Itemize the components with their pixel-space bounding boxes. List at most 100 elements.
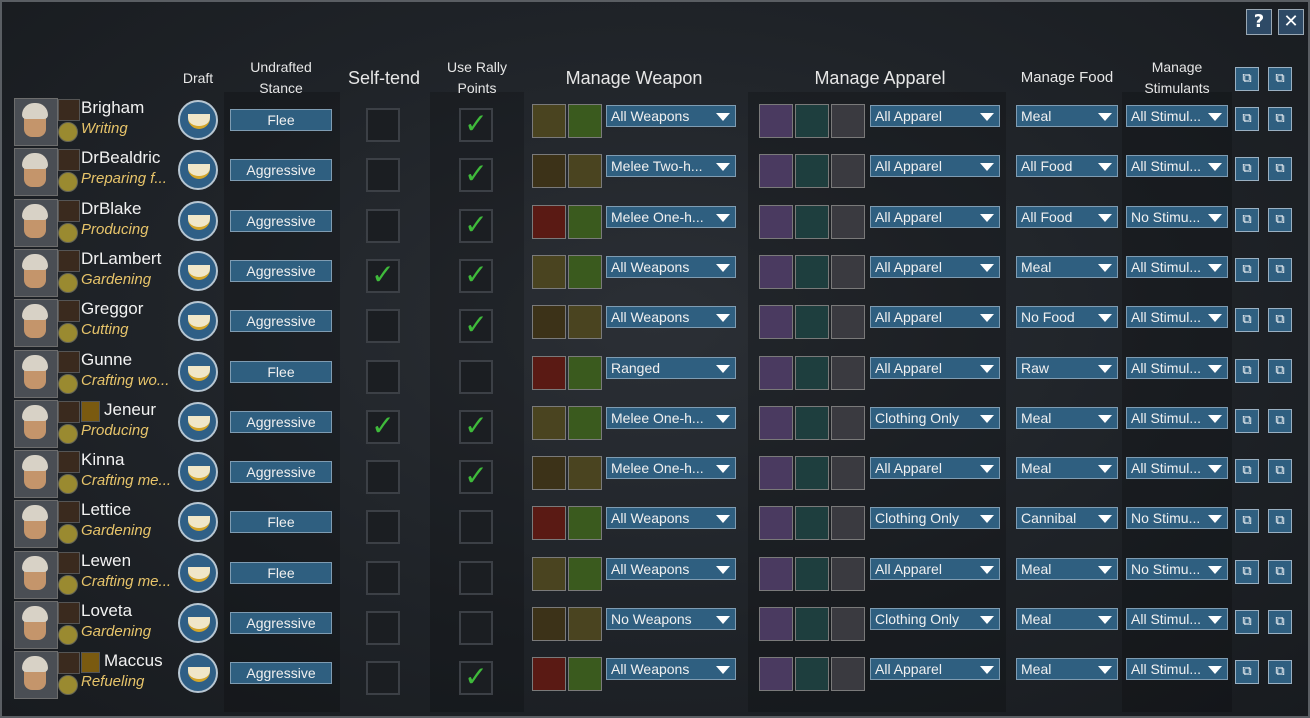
- stimulants-dropdown[interactable]: All Stimul...: [1126, 658, 1228, 681]
- self-tend-checkbox[interactable]: [366, 108, 400, 142]
- draft-toggle[interactable]: [178, 653, 218, 694]
- apparel-dropdown[interactable]: All Apparel: [870, 155, 1000, 178]
- apparel-slot[interactable]: [759, 456, 793, 491]
- draft-toggle[interactable]: [178, 452, 218, 493]
- weapon-slot[interactable]: [568, 405, 602, 440]
- pawn-portrait[interactable]: [14, 248, 58, 297]
- food-dropdown[interactable]: Meal: [1016, 255, 1118, 278]
- apparel-slot[interactable]: [795, 456, 829, 491]
- stimulants-dropdown[interactable]: No Stimu...: [1126, 557, 1228, 580]
- paste-button[interactable]: ⧉: [1268, 107, 1292, 131]
- food-dropdown[interactable]: Meal: [1016, 658, 1118, 681]
- pawn-name[interactable]: Greggor: [81, 299, 143, 319]
- pawn-name[interactable]: DrBlake: [81, 199, 141, 219]
- weapon-dropdown[interactable]: All Weapons: [606, 306, 736, 329]
- weapon-slot[interactable]: [532, 305, 566, 340]
- weapon-dropdown[interactable]: Melee Two-h...: [606, 155, 736, 178]
- weapon-dropdown[interactable]: All Weapons: [606, 658, 736, 681]
- help-button[interactable]: ?: [1246, 9, 1272, 35]
- pawn-name[interactable]: Brigham: [81, 98, 144, 118]
- apparel-dropdown[interactable]: All Apparel: [870, 457, 1000, 480]
- apparel-dropdown[interactable]: Clothing Only: [870, 608, 1000, 630]
- rally-checkbox[interactable]: [459, 510, 493, 545]
- weapon-dropdown[interactable]: All Weapons: [606, 507, 736, 530]
- weapon-slot[interactable]: [532, 607, 566, 641]
- copy-button[interactable]: ⧉: [1235, 207, 1259, 232]
- apparel-dropdown[interactable]: All Apparel: [870, 658, 1000, 681]
- apparel-slot[interactable]: [831, 104, 865, 138]
- stance-button[interactable]: Aggressive: [230, 310, 332, 333]
- apparel-slot[interactable]: [759, 204, 793, 239]
- pawn-portrait[interactable]: [14, 299, 58, 348]
- pawn-portrait[interactable]: [14, 500, 58, 549]
- paste-button[interactable]: ⧉: [1268, 610, 1292, 634]
- rally-checkbox[interactable]: ✓: [459, 460, 493, 495]
- paste-button[interactable]: ⧉: [1268, 257, 1292, 282]
- stimulants-dropdown[interactable]: All Stimul...: [1126, 356, 1228, 379]
- weapon-slot[interactable]: [532, 657, 566, 692]
- apparel-slot[interactable]: [831, 204, 865, 239]
- stance-button[interactable]: Aggressive: [230, 410, 332, 433]
- apparel-slot[interactable]: [759, 154, 793, 189]
- copy-button[interactable]: ⧉: [1235, 257, 1259, 282]
- draft-toggle[interactable]: [178, 150, 218, 191]
- rally-checkbox[interactable]: ✓: [459, 258, 493, 293]
- apparel-slot[interactable]: [795, 104, 829, 138]
- pawn-portrait[interactable]: [14, 450, 58, 499]
- paste-all-button[interactable]: ⧉: [1268, 67, 1292, 91]
- pawn-name[interactable]: Lewen: [81, 551, 131, 571]
- apparel-slot[interactable]: [759, 104, 793, 138]
- stimulants-dropdown[interactable]: All Stimul...: [1126, 457, 1228, 480]
- pawn-portrait[interactable]: [14, 601, 58, 649]
- apparel-slot[interactable]: [795, 254, 829, 289]
- stance-button[interactable]: Aggressive: [230, 159, 332, 182]
- header-undrafted-stance[interactable]: Undrafted Stance: [230, 59, 332, 96]
- draft-toggle[interactable]: [178, 301, 218, 342]
- weapon-dropdown[interactable]: Melee One-h...: [606, 457, 736, 480]
- self-tend-checkbox[interactable]: ✓: [366, 258, 400, 293]
- pawn-name[interactable]: Maccus: [104, 651, 163, 671]
- paste-button[interactable]: ⧉: [1268, 358, 1292, 383]
- apparel-dropdown[interactable]: All Apparel: [870, 205, 1000, 228]
- stance-button[interactable]: Aggressive: [230, 259, 332, 282]
- apparel-slot[interactable]: [795, 405, 829, 440]
- pawn-name[interactable]: Gunne: [81, 350, 132, 370]
- food-dropdown[interactable]: All Food: [1016, 155, 1118, 178]
- food-dropdown[interactable]: No Food: [1016, 306, 1118, 329]
- pawn-portrait[interactable]: [14, 198, 58, 247]
- rally-checkbox[interactable]: ✓: [459, 661, 493, 696]
- apparel-dropdown[interactable]: Clothing Only: [870, 406, 1000, 429]
- rally-checkbox[interactable]: ✓: [459, 158, 493, 193]
- apparel-slot[interactable]: [831, 254, 865, 289]
- header-draft[interactable]: Draft: [178, 70, 218, 86]
- stance-button[interactable]: Flee: [230, 360, 332, 383]
- apparel-slot[interactable]: [759, 305, 793, 340]
- apparel-slot[interactable]: [831, 556, 865, 591]
- weapon-slot[interactable]: [532, 456, 566, 491]
- pawn-name[interactable]: Lettice: [81, 500, 131, 520]
- self-tend-checkbox[interactable]: [366, 611, 400, 645]
- apparel-slot[interactable]: [759, 254, 793, 289]
- weapon-slot[interactable]: [532, 405, 566, 440]
- copy-button[interactable]: ⧉: [1235, 559, 1259, 584]
- food-dropdown[interactable]: Meal: [1016, 457, 1118, 480]
- weapon-slot[interactable]: [532, 355, 566, 390]
- apparel-slot[interactable]: [795, 657, 829, 692]
- header-self-tend[interactable]: Self-tend: [336, 68, 432, 88]
- self-tend-checkbox[interactable]: [366, 208, 400, 243]
- paste-button[interactable]: ⧉: [1268, 408, 1292, 433]
- copy-button[interactable]: ⧉: [1235, 408, 1259, 433]
- stimulants-dropdown[interactable]: No Stimu...: [1126, 205, 1228, 228]
- draft-toggle[interactable]: [178, 250, 218, 291]
- rally-checkbox[interactable]: [459, 611, 493, 645]
- draft-toggle[interactable]: [178, 351, 218, 392]
- weapon-dropdown[interactable]: All Weapons: [606, 557, 736, 580]
- copy-button[interactable]: ⧉: [1235, 308, 1259, 333]
- apparel-slot[interactable]: [831, 305, 865, 340]
- paste-button[interactable]: ⧉: [1268, 157, 1292, 182]
- stimulants-dropdown[interactable]: All Stimul...: [1126, 105, 1228, 127]
- weapon-slot[interactable]: [532, 154, 566, 189]
- apparel-slot[interactable]: [759, 506, 793, 541]
- food-dropdown[interactable]: Meal: [1016, 557, 1118, 580]
- draft-toggle[interactable]: [178, 603, 218, 643]
